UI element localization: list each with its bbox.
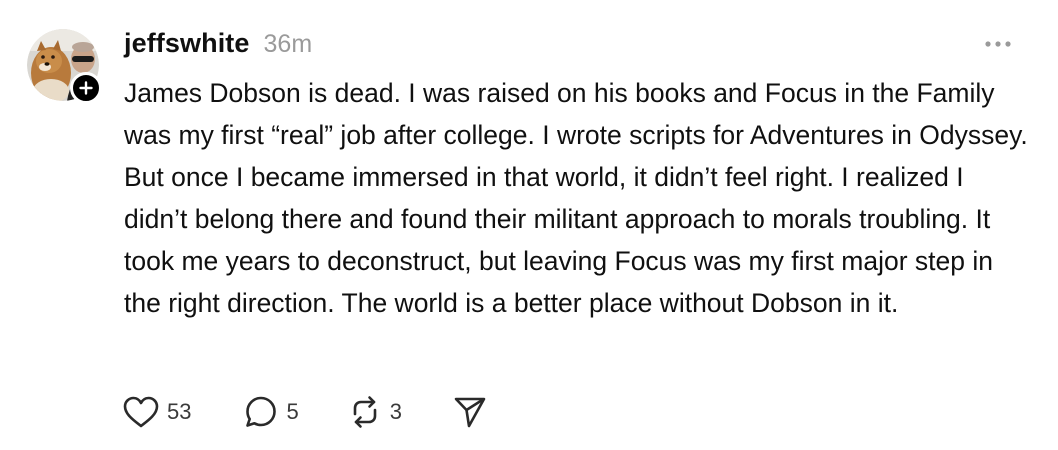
post-timestamp[interactable]: 36m (264, 30, 313, 59)
post-header: jeffswhite 36m (124, 28, 312, 59)
repost-count: 3 (389, 399, 402, 424)
plus-icon (79, 81, 93, 95)
comment-icon (246, 396, 277, 427)
ellipsis-icon (985, 41, 1011, 47)
follow-button[interactable] (70, 72, 102, 104)
more-options-button[interactable] (980, 30, 1016, 58)
heart-icon (123, 396, 159, 428)
like-button[interactable]: 53 (122, 392, 191, 432)
author-username[interactable]: jeffswhite (124, 28, 250, 59)
thread-post: jeffswhite 36m James Dobson is dead. I w… (0, 0, 1058, 450)
post-actions-bar: 53 5 3 (122, 392, 488, 432)
author-avatar-container[interactable] (27, 29, 102, 104)
send-icon (454, 397, 486, 428)
like-count: 53 (167, 399, 192, 424)
post-body-text: James Dobson is dead. I was raised on hi… (124, 78, 1028, 318)
share-button[interactable] (452, 392, 488, 432)
repost-icon (353, 396, 377, 428)
reply-count: 5 (286, 399, 299, 424)
repost-button[interactable]: 3 (347, 392, 402, 432)
reply-button[interactable]: 5 (243, 392, 299, 432)
